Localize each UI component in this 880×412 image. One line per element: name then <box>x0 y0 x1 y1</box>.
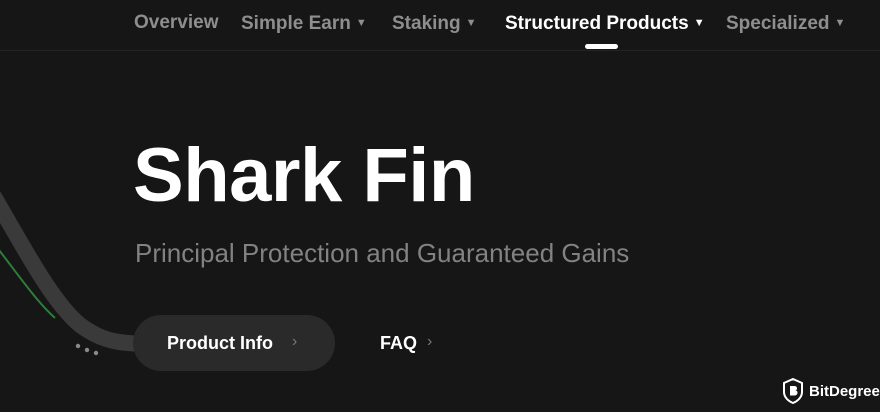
page-title: Shark Fin <box>133 133 475 218</box>
dot <box>84 347 90 353</box>
page: Overview Simple Earn ▼ Staking ▼ Structure… <box>0 0 880 412</box>
bitdegree-logo-icon <box>783 377 803 405</box>
nav-item-overview[interactable]: Overview <box>134 11 219 35</box>
nav-item-label: Structured Products <box>505 13 689 34</box>
caret-down-icon: ▼ <box>834 17 846 29</box>
chevron-right-icon: › <box>292 333 298 350</box>
faq-label: FAQ <box>380 333 418 353</box>
caret-down-icon: ▼ <box>465 17 477 29</box>
nav-item-staking[interactable]: Staking ▼ <box>392 11 477 36</box>
nav-item-specialized[interactable]: Specialized ▼ <box>726 11 845 36</box>
page-subtitle: Principal Protection and Guaranteed Gain… <box>135 238 630 268</box>
watermark-text: BitDegree <box>809 383 880 400</box>
dot <box>93 350 99 356</box>
chevron-right-icon: › <box>427 333 433 350</box>
dot <box>75 343 81 349</box>
caret-down-icon: ▼ <box>693 17 705 29</box>
top-nav: Overview Simple Earn ▼ Staking ▼ Structure… <box>0 0 880 51</box>
product-info-button[interactable]: Product Info › <box>133 315 335 371</box>
nav-item-label: Staking <box>392 13 461 34</box>
nav-item-label: Overview <box>134 12 219 33</box>
bitdegree-watermark: BitDegree <box>782 377 880 406</box>
caret-down-icon: ▼ <box>355 17 367 29</box>
nav-item-structured-products[interactable]: Structured Products ▼ <box>505 11 705 36</box>
nav-item-simple-earn[interactable]: Simple Earn ▼ <box>241 11 367 36</box>
product-info-label: Product Info <box>167 333 273 353</box>
nav-item-label: Simple Earn <box>241 13 351 34</box>
faq-button[interactable]: FAQ › <box>372 315 452 371</box>
nav-item-label: Specialized <box>726 13 830 34</box>
active-tab-indicator <box>585 44 618 49</box>
